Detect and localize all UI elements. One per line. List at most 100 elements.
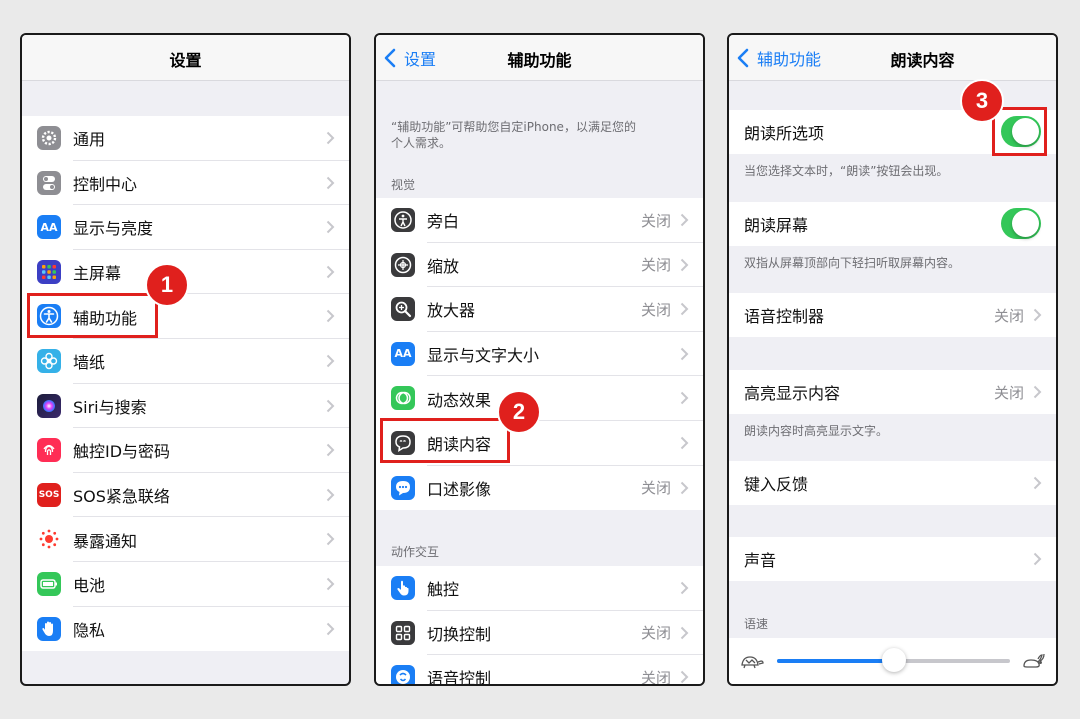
step-badge-3: 3: [960, 79, 1004, 123]
item-label: 高亮显示内容: [744, 384, 841, 403]
chevron-right-icon: [1033, 385, 1042, 399]
nav-bar: 设置 辅助功能: [376, 35, 703, 81]
page-title: 设置: [169, 51, 202, 70]
speak-screen-note: 双指从屏幕顶部向下轻扫听取屏幕内容。: [744, 256, 961, 270]
row-voice-control[interactable]: 语音控制 关闭: [376, 655, 703, 686]
settings-item-general[interactable]: 通用: [22, 116, 349, 161]
item-label: 显示与亮度: [73, 219, 154, 239]
item-label: 触控: [427, 580, 460, 600]
switch-control-icon: [391, 620, 415, 645]
section-header-vision: 视觉: [391, 178, 416, 192]
chevron-right-icon: [1033, 476, 1042, 490]
speaking-rate-slider[interactable]: [729, 638, 1056, 684]
gear-icon: [37, 126, 61, 150]
item-value: 关闭: [640, 479, 671, 498]
row-voiceover[interactable]: 旁白 关闭: [376, 198, 703, 243]
step-badge-2: 2: [497, 390, 541, 434]
nav-bar: 辅助功能 朗读内容: [729, 35, 1056, 81]
interaction-list: 触控 切换控制 关闭 语音控制 关闭: [376, 566, 703, 686]
flower-icon: [37, 348, 61, 373]
item-label: 暴露通知: [73, 531, 138, 551]
slider-fill: [777, 659, 894, 663]
motion-icon: [391, 386, 415, 411]
settings-item-exposure[interactable]: 暴露通知: [22, 517, 349, 562]
intro-text: “辅助功能”可帮助您自定iPhone，以满足您的 个人需求。: [391, 119, 636, 151]
chevron-right-icon: [326, 176, 335, 189]
row-audio-descriptions[interactable]: 口述影像 关闭: [376, 466, 703, 511]
chevron-right-icon: [326, 131, 335, 145]
item-label: 触控ID与密码: [73, 442, 171, 462]
row-touch[interactable]: 触控: [376, 566, 703, 611]
item-label: 隐私: [73, 620, 106, 640]
speak-selection-note: 当您选择文本时，“朗读”按钮会出现。: [744, 164, 949, 178]
settings-item-privacy[interactable]: 隐私: [22, 607, 349, 652]
highlight-group: 高亮显示内容 关闭: [729, 370, 1056, 414]
chevron-right-icon: [326, 488, 335, 501]
voice-control-icon: [391, 665, 415, 684]
chevron-right-icon: [326, 399, 335, 412]
item-label: 切换控制: [427, 624, 492, 644]
row-switch-control[interactable]: 切换控制 关闭: [376, 611, 703, 656]
settings-list: 通用 控制中心 AA 显示与亮度 主屏幕 辅助功能 墙纸 Siri与搜索 触控I…: [22, 116, 349, 652]
row-speech-controller[interactable]: 语音控制器 关闭: [729, 293, 1056, 337]
item-label: 墙纸: [73, 353, 106, 373]
chevron-right-icon: [680, 481, 689, 494]
item-label: 键入反馈: [744, 475, 809, 494]
item-label: 口述影像: [427, 479, 492, 499]
page-title: 辅助功能: [507, 51, 572, 70]
settings-item-siri[interactable]: Siri与搜索: [22, 384, 349, 429]
item-label: 显示与文字大小: [427, 346, 540, 366]
settings-item-control-center[interactable]: 控制中心: [22, 161, 349, 206]
item-label: 缩放: [427, 256, 460, 276]
speech-controller-group: 语音控制器 关闭: [729, 293, 1056, 337]
item-label: 语音控制: [427, 669, 492, 686]
battery-icon: [37, 571, 61, 596]
voiceover-icon: [391, 208, 415, 232]
chevron-right-icon: [326, 310, 335, 323]
settings-item-display[interactable]: AA 显示与亮度: [22, 205, 349, 250]
section-header-interaction: 动作交互: [391, 545, 440, 559]
settings-item-battery[interactable]: 电池: [22, 562, 349, 607]
siri-icon: [37, 393, 61, 418]
item-value: 关闭: [640, 211, 671, 230]
row-magnifier[interactable]: 放大器 关闭: [376, 287, 703, 332]
settings-item-wallpaper[interactable]: 墙纸: [22, 339, 349, 384]
page-title: 朗读内容: [890, 51, 955, 70]
speak-screen-toggle[interactable]: [1001, 208, 1041, 239]
item-value: 关闭: [640, 624, 671, 643]
item-label: 语音控制器: [744, 307, 825, 326]
chevron-right-icon: [326, 533, 335, 546]
home-grid-icon: [37, 259, 61, 284]
row-voices[interactable]: 声音: [729, 537, 1056, 581]
item-label: 电池: [73, 576, 106, 596]
chevron-right-icon: [680, 626, 689, 639]
item-label: 朗读屏幕: [744, 216, 809, 235]
settings-item-sos[interactable]: SOS SOS紧急联络: [22, 473, 349, 518]
chevron-left-icon: [737, 48, 753, 68]
chevron-right-icon: [680, 347, 689, 360]
text-size-icon: AA: [391, 341, 415, 366]
slider-thumb[interactable]: [881, 648, 906, 672]
row-display-text-size[interactable]: AA 显示与文字大小: [376, 332, 703, 377]
chevron-right-icon: [326, 265, 335, 278]
chevron-right-icon: [680, 670, 689, 684]
chevron-right-icon: [1033, 552, 1042, 566]
accessibility-panel: 设置 辅助功能 “辅助功能”可帮助您自定iPhone，以满足您的 个人需求。 视…: [374, 33, 705, 686]
step-badge-1: 1: [145, 263, 189, 307]
item-value: 关闭: [993, 383, 1024, 402]
nav-bar: 设置: [22, 35, 349, 81]
toggle-knob: [1012, 210, 1039, 237]
row-typing-feedback[interactable]: 键入反馈: [729, 461, 1056, 505]
hare-icon: [1023, 653, 1045, 668]
fingerprint-icon: [37, 438, 61, 463]
row-speak-screen: 朗读屏幕: [729, 202, 1056, 246]
row-highlight-content[interactable]: 高亮显示内容 关闭: [729, 370, 1056, 414]
chevron-right-icon: [326, 622, 335, 635]
row-zoom[interactable]: 缩放 关闭: [376, 243, 703, 288]
hand-icon: [37, 616, 61, 641]
voices-group: 声音: [729, 537, 1056, 581]
settings-item-touch-id[interactable]: 触控ID与密码: [22, 428, 349, 473]
chevron-right-icon: [680, 581, 689, 595]
chevron-right-icon: [680, 302, 689, 316]
chevron-right-icon: [326, 220, 335, 234]
